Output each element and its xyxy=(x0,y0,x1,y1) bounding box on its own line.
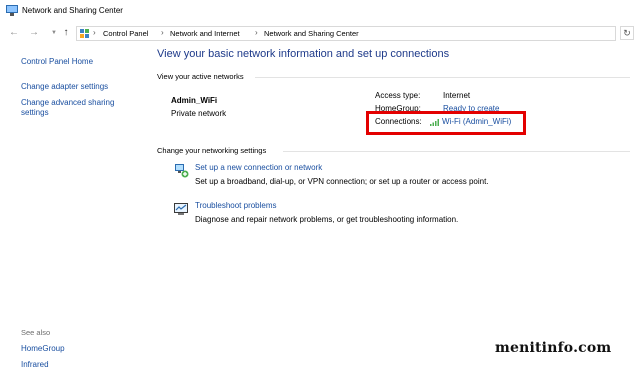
wifi-connection-link[interactable]: Wi-Fi (Admin_WiFi) xyxy=(442,117,511,126)
navigation-bar: ← → ▼ ↑ › Control Panel › Network and In… xyxy=(0,22,640,44)
chevron-right-icon: › xyxy=(161,28,164,37)
breadcrumb-network-and-internet[interactable]: Network and Internet xyxy=(170,29,240,38)
network-name: Admin_WiFi xyxy=(171,96,218,105)
address-bar[interactable]: › Control Panel › Network and Internet ›… xyxy=(76,26,616,41)
connections-label: Connections: xyxy=(375,117,422,126)
access-type-value: Internet xyxy=(443,91,471,100)
title-bar: Network and Sharing Center xyxy=(0,0,640,22)
setup-connection-description: Set up a broadband, dial-up, or VPN conn… xyxy=(195,177,489,186)
breadcrumb-control-panel[interactable]: Control Panel xyxy=(103,29,148,38)
forward-arrow-icon[interactable]: → xyxy=(28,27,40,39)
up-arrow-icon[interactable]: ↑ xyxy=(60,27,72,39)
breadcrumb-network-sharing-center[interactable]: Network and Sharing Center xyxy=(264,29,359,38)
access-type-label: Access type: xyxy=(375,91,421,100)
new-connection-icon xyxy=(175,164,189,178)
page-title: View your basic network information and … xyxy=(157,48,450,60)
chevron-right-icon: › xyxy=(255,28,258,37)
troubleshoot-icon xyxy=(174,203,188,215)
divider xyxy=(255,77,630,78)
sidebar: Control Panel Home Change adapter settin… xyxy=(0,44,150,371)
wifi-signal-icon xyxy=(430,119,439,126)
networking-settings-label: Change your networking settings xyxy=(157,146,267,155)
sidebar-item-change-advanced-sharing-settings[interactable]: settings xyxy=(21,108,49,118)
chevron-right-icon: › xyxy=(93,28,96,37)
control-panel-icon xyxy=(80,29,89,38)
see-also-label: See also xyxy=(21,328,51,337)
setup-connection-link[interactable]: Set up a new connection or network xyxy=(195,163,322,172)
watermark: menitinfo.com xyxy=(495,340,612,356)
active-networks-label: View your active networks xyxy=(157,72,244,81)
network-type: Private network xyxy=(171,109,227,118)
sidebar-item-control-panel-home[interactable]: Control Panel Home xyxy=(21,57,93,67)
recent-locations-icon[interactable]: ▼ xyxy=(48,27,60,39)
sidebar-item-change-advanced-sharing[interactable]: Change advanced sharing xyxy=(21,98,114,108)
network-center-icon xyxy=(6,5,18,16)
refresh-icon[interactable]: ↻ xyxy=(620,26,634,40)
troubleshoot-link[interactable]: Troubleshoot problems xyxy=(195,201,277,210)
window-title: Network and Sharing Center xyxy=(22,6,123,15)
sidebar-item-homegroup[interactable]: HomeGroup xyxy=(21,344,65,354)
sidebar-item-infrared[interactable]: Infrared xyxy=(21,360,49,370)
divider xyxy=(283,151,630,152)
sidebar-item-change-adapter-settings[interactable]: Change adapter settings xyxy=(21,82,108,92)
back-arrow-icon[interactable]: ← xyxy=(8,27,20,39)
troubleshoot-description: Diagnose and repair network problems, or… xyxy=(195,215,459,224)
